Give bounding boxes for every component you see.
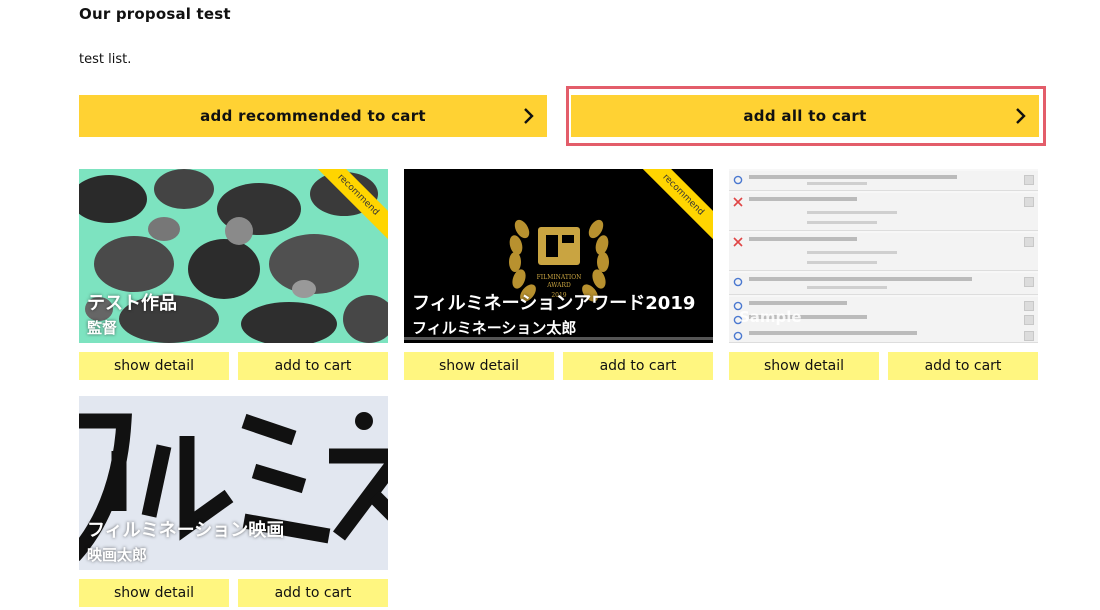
marble-artwork	[79, 169, 388, 343]
add-to-cart-button[interactable]: add to cart	[238, 352, 388, 380]
show-detail-button[interactable]: show detail	[79, 352, 229, 380]
add-all-label: add all to cart	[743, 107, 867, 125]
add-to-cart-button[interactable]: add to cart	[238, 579, 388, 607]
product-title: テスト作品	[87, 293, 177, 314]
sample-form-row	[729, 193, 1038, 231]
product-thumbnail[interactable]: FILMINATION AWARD 2019 recommend フィルミネーシ…	[404, 169, 713, 343]
sample-form-row	[729, 171, 1038, 191]
page-title: Our proposal test	[79, 5, 231, 23]
product-thumbnail[interactable]: フィルミネーション映画 映画太郎	[79, 396, 388, 570]
add-recommended-label: add recommended to cart	[200, 107, 426, 125]
show-detail-button[interactable]: show detail	[729, 352, 879, 380]
circle-icon	[733, 175, 743, 185]
show-detail-button[interactable]: show detail	[404, 352, 554, 380]
add-to-cart-button[interactable]: add to cart	[563, 352, 713, 380]
page-subtitle: test list.	[79, 52, 132, 67]
cross-icon	[733, 237, 743, 247]
circle-icon	[733, 277, 743, 287]
product-title: フィルミネーションアワード2019	[412, 293, 696, 314]
add-recommended-to-cart-button[interactable]: add recommended to cart	[79, 95, 547, 137]
sample-form-row	[729, 233, 1038, 271]
product-thumbnail[interactable]: Sample	[729, 169, 1038, 343]
chevron-right-icon	[1016, 108, 1026, 124]
add-to-cart-button[interactable]: add to cart	[888, 352, 1038, 380]
sample-watermark: Sample	[739, 308, 802, 326]
award-line1: FILMINATION	[537, 274, 582, 281]
product-subtitle: 監督	[87, 319, 118, 337]
circle-icon	[733, 331, 743, 341]
product-subtitle: 映画太郎	[87, 546, 148, 564]
product-thumbnail[interactable]: recommend テスト作品 監督	[79, 169, 388, 343]
award-line2: AWARD	[546, 282, 571, 289]
chevron-right-icon	[524, 108, 534, 124]
sample-form-row	[729, 327, 1038, 343]
add-all-to-cart-button[interactable]: add all to cart	[571, 95, 1039, 137]
product-subtitle: フィルミネーション太郎	[412, 319, 577, 337]
cross-icon	[733, 197, 743, 207]
product-title: フィルミネーション映画	[87, 520, 285, 541]
sample-form-row	[729, 273, 1038, 295]
show-detail-button[interactable]: show detail	[79, 579, 229, 607]
